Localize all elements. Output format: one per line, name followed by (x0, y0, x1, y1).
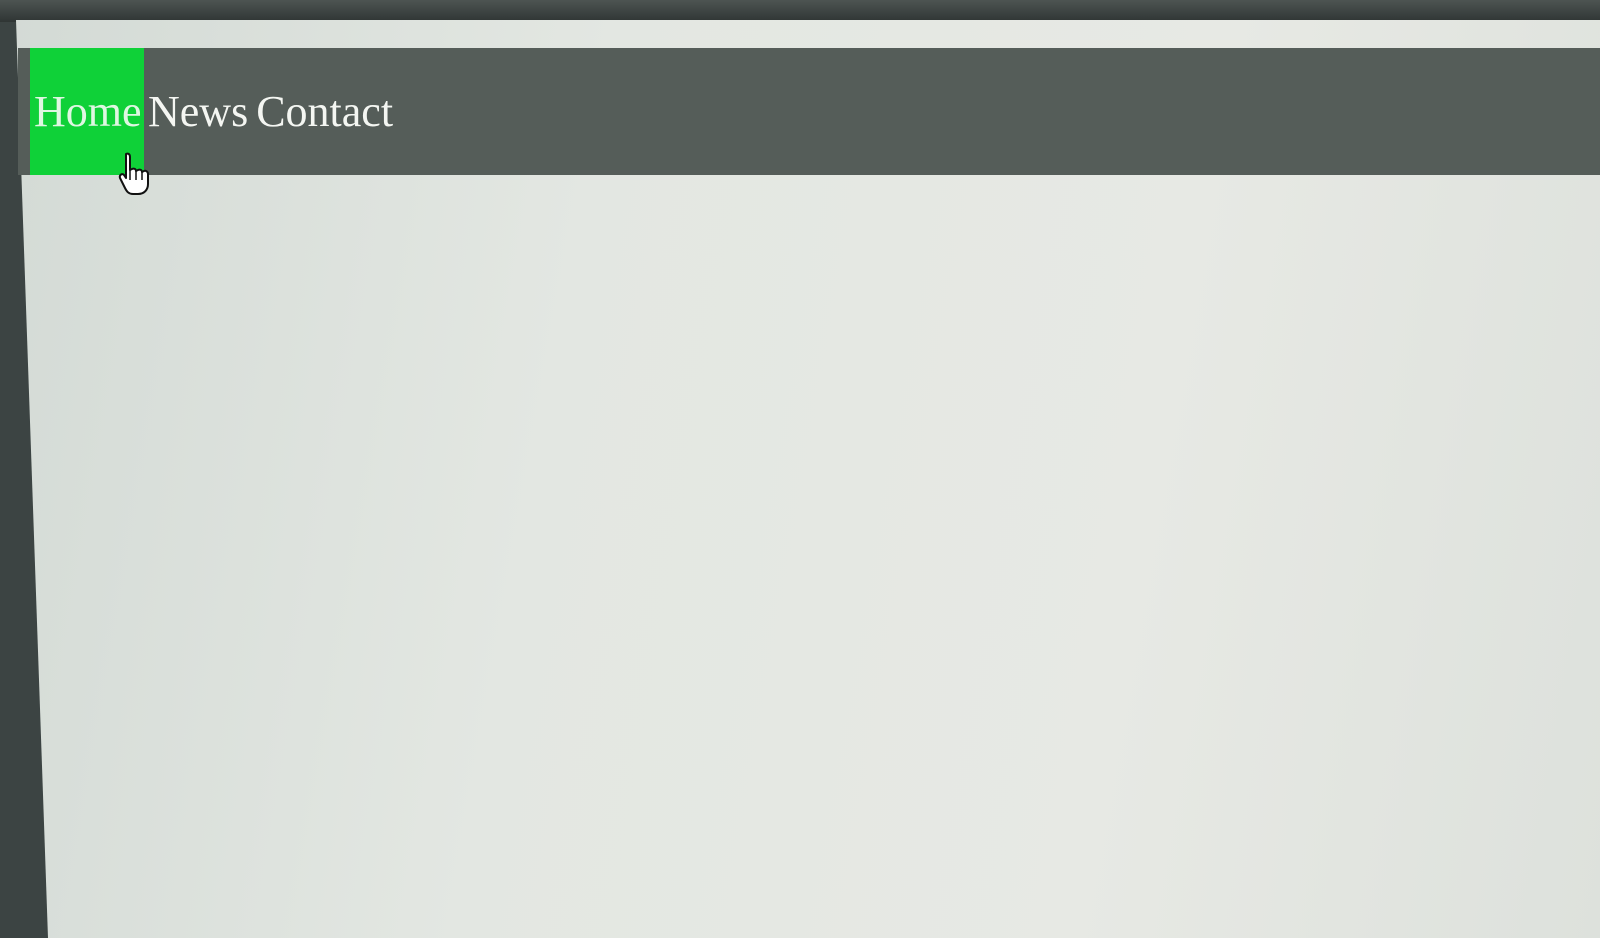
nav-news-link[interactable]: News (144, 48, 252, 175)
monitor-bezel (0, 0, 1600, 22)
top-navbar: Home News Contact (18, 48, 1600, 175)
nav-home-link[interactable]: Home (30, 48, 144, 175)
main-content-area (40, 180, 1580, 920)
nav-contact-link[interactable]: Contact (252, 48, 397, 175)
